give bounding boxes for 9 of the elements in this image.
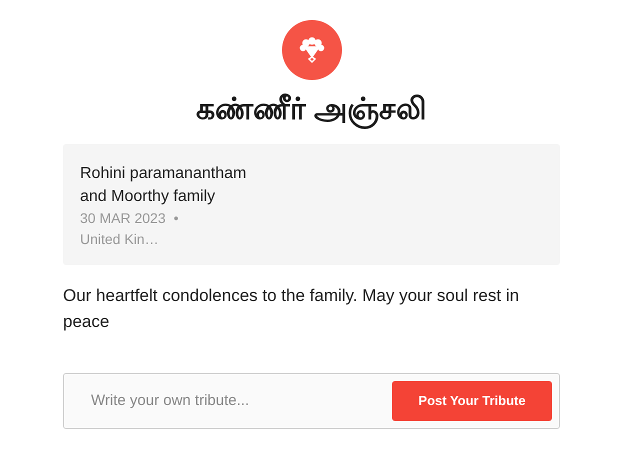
separator-dot: • — [174, 209, 179, 228]
tribute-date: 30 MAR 2023 — [80, 209, 166, 228]
location-text: United Kin… — [80, 230, 160, 249]
author-name: and Moorthy family — [80, 187, 216, 207]
tribute-input[interactable]: Write your own tribute... — [91, 390, 392, 412]
page-title: கண்ணீர் அஞ்சலி — [196, 90, 428, 130]
post-tribute-button[interactable]: Post Your Tribute — [392, 381, 552, 421]
author-name: Rohini paramanantham — [80, 164, 248, 184]
tribute-message: Our heartfelt condolences to the family. May your soul rest in peace — [63, 285, 520, 333]
